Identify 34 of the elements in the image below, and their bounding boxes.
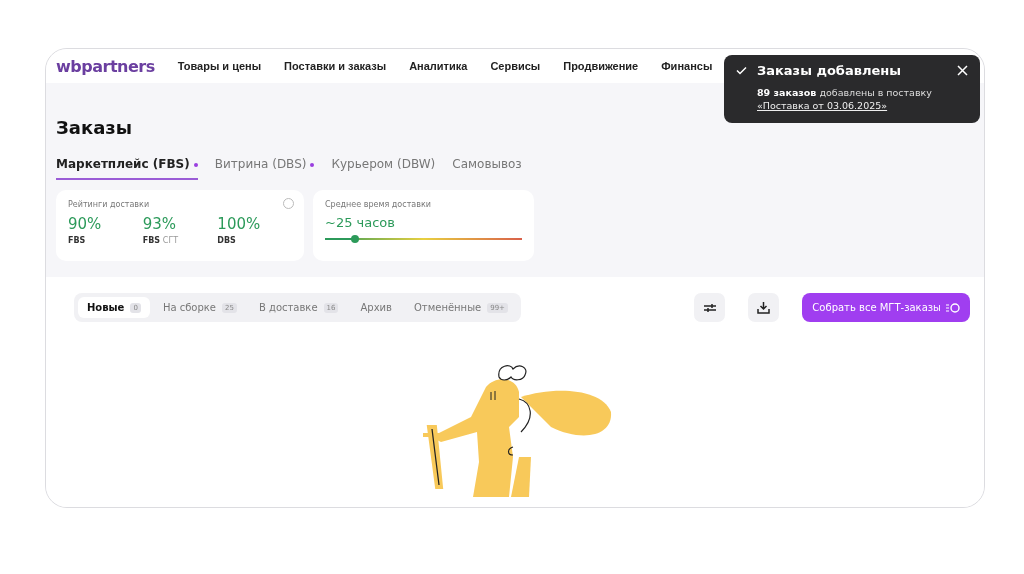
check-icon bbox=[736, 66, 747, 75]
tab[interactable]: Самовывоз bbox=[452, 156, 522, 180]
download-icon bbox=[757, 301, 771, 314]
nav-link[interactable]: Аналитика bbox=[409, 60, 468, 72]
logo[interactable]: wbpartners bbox=[56, 56, 155, 76]
tab[interactable]: Витрина (DBS) bbox=[214, 156, 315, 180]
delivery-time-value: ~25 часов bbox=[325, 215, 396, 230]
tab[interactable]: Курьером (DBW) bbox=[331, 156, 436, 180]
nav-link[interactable]: Продвижение bbox=[563, 60, 639, 72]
list-icon bbox=[946, 302, 960, 313]
rating-label: FBS СГТ bbox=[142, 236, 180, 245]
nav-link[interactable]: Сервисы bbox=[490, 60, 541, 72]
status-tab[interactable]: Архив bbox=[351, 297, 401, 318]
nav-link[interactable]: Товары и цены bbox=[177, 60, 262, 72]
rating-value: 100% bbox=[217, 215, 262, 233]
nav-link[interactable]: Поставки и заказы bbox=[284, 60, 387, 72]
sliders-icon bbox=[702, 301, 717, 314]
page-title: Заказы bbox=[56, 117, 134, 138]
nav-link[interactable]: Финансы bbox=[661, 60, 713, 72]
rating-value: 93% bbox=[142, 215, 177, 233]
close-button[interactable] bbox=[957, 65, 968, 76]
filter-button[interactable] bbox=[694, 293, 726, 322]
collect-orders-button[interactable]: Собрать все МГТ-заказы bbox=[802, 293, 970, 322]
card-title: Рейтинги доставки bbox=[68, 200, 151, 209]
shipment-link[interactable]: «Поставка от 03.06.2025» bbox=[757, 99, 888, 112]
card-title: Среднее время доставки bbox=[325, 200, 432, 209]
rating-label: DBS bbox=[217, 236, 237, 245]
download-button[interactable] bbox=[748, 293, 780, 322]
toast-message: 89 заказов добавлены в поставку bbox=[757, 87, 932, 98]
toast-title: Заказы добавлены bbox=[757, 63, 902, 78]
tab[interactable]: Маркетплейс (FBS) bbox=[56, 156, 198, 180]
rating-value: 90% bbox=[68, 215, 103, 233]
rating-label: FBS bbox=[68, 236, 87, 245]
close-icon bbox=[957, 65, 968, 76]
